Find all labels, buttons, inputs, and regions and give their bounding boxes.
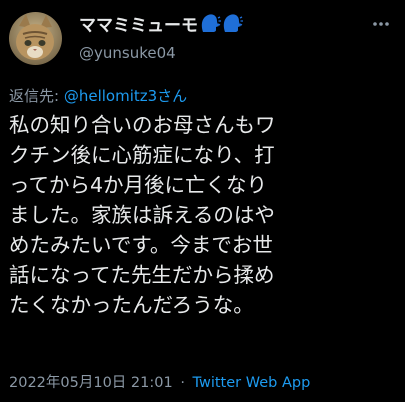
tweet-meta: 2022年05月10日 21:01 · Twitter Web App [9,371,310,392]
tweet-line: クチン後に心筋症になり、打 [9,143,275,167]
display-name[interactable]: ママミミューモ [79,11,243,39]
timestamp-link[interactable]: 2022年05月10日 21:01 [9,375,173,391]
tweet-text: 私の知り合いのお母さんもワ クチン後に心筋症になり、打 ってから4か月後に亡くな… [9,110,401,320]
user-handle[interactable]: @yunsuke04 [79,44,176,62]
avatar[interactable] [9,12,62,65]
reply-prefix: 返信先: [9,87,60,105]
tweet-line: ってから4か月後に亡くなり [9,173,268,197]
reply-context: 返信先: @hellomitz3さん [9,85,187,106]
tweet-line: 話になってた先生だから揉め [9,263,275,287]
reply-to-link[interactable]: @hellomitz3さん [64,87,187,105]
tweet-line: めたみたいです。今までお世 [9,233,273,257]
tweet-line: たくなかったんだろうな。 [9,293,254,317]
display-name-text: ママミミューモ [79,16,198,36]
meta-separator: · [180,375,185,391]
source-link[interactable]: Twitter Web App [193,375,311,391]
more-options-icon[interactable] [371,14,391,34]
speaking-head-icon [199,12,243,39]
tweet-line: ました。家族は訴えるのはや [9,203,275,227]
tweet-line: 私の知り合いのお母さんもワ [9,113,276,137]
